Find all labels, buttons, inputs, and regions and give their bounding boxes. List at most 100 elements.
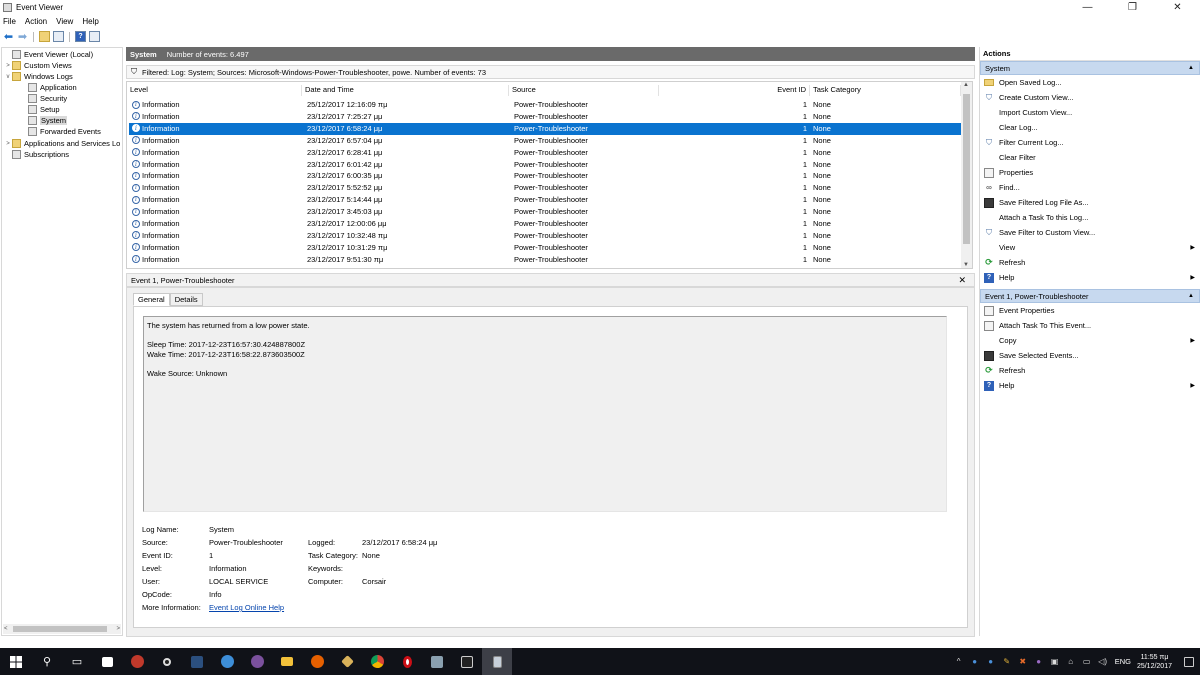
back-arrow-icon[interactable]: ⬅ xyxy=(3,31,14,43)
action-find[interactable]: ∞ Find... xyxy=(980,180,1200,195)
viber-icon[interactable] xyxy=(242,648,272,675)
action-view[interactable]: View ▶ xyxy=(980,240,1200,255)
column-source[interactable]: Source xyxy=(509,85,659,96)
terminal-icon[interactable] xyxy=(452,648,482,675)
menu-view[interactable]: View xyxy=(56,17,73,26)
table-row[interactable]: i Information 23/12/2017 12:00:06 μμ Power-… xyxy=(129,218,961,230)
app-tray-icon[interactable]: ● xyxy=(985,656,997,668)
table-row[interactable]: i Information 23/12/2017 7:25:27 μμ Power-T… xyxy=(129,111,961,123)
close-icon[interactable]: ✕ xyxy=(958,275,966,286)
tree-item-custom-views[interactable]: > Custom Views xyxy=(4,60,72,71)
network-icon[interactable]: ▭ xyxy=(1081,656,1093,668)
scroll-down-icon[interactable]: ▼ xyxy=(963,262,969,268)
app-tray-icon[interactable]: ▣ xyxy=(1049,656,1061,668)
actions-section-event[interactable]: Event 1, Power-Troubleshooter ▲ xyxy=(980,289,1200,303)
table-row[interactable]: i Information 23/12/2017 6:58:24 μμ Power-T… xyxy=(129,122,961,135)
table-row[interactable]: i Information 23/12/2017 6:01:42 μμ Power-T… xyxy=(129,159,961,171)
language-indicator[interactable]: ENG xyxy=(1115,657,1131,666)
action-help[interactable]: ? Help ▶ xyxy=(980,270,1200,285)
search-icon[interactable]: ⚲ xyxy=(32,648,62,675)
table-row[interactable]: i Information 23/12/2017 3:45:03 μμ Power-T… xyxy=(129,206,961,218)
action-clear-log[interactable]: Clear Log... xyxy=(980,120,1200,135)
tree-item-system[interactable]: System xyxy=(20,115,68,126)
action-attach-a-task-to-this-log[interactable]: Attach a Task To this Log... xyxy=(980,210,1200,225)
column-event-id[interactable]: Event ID xyxy=(659,85,810,96)
action-attach-task-to-this-event[interactable]: Attach Task To This Event... xyxy=(980,318,1200,333)
column-level[interactable]: Level xyxy=(127,85,302,96)
forward-arrow-icon[interactable]: ➡ xyxy=(17,31,28,43)
table-row[interactable]: i Information 23/12/2017 10:32:48 πμ Power-… xyxy=(129,230,961,242)
scroll-right-icon[interactable]: > xyxy=(116,626,120,632)
action-help[interactable]: ? Help ▶ xyxy=(980,378,1200,393)
clock[interactable]: 11:55 πμ 25/12/2017 xyxy=(1137,653,1172,671)
volume-icon[interactable]: ◁) xyxy=(1097,656,1109,668)
event-viewer-icon[interactable] xyxy=(482,648,512,675)
scroll-up-icon[interactable]: ▲ xyxy=(963,82,969,88)
app-icon[interactable] xyxy=(122,648,152,675)
scroll-left-icon[interactable]: < xyxy=(4,626,8,632)
action-save-filtered-log-file-as[interactable]: Save Filtered Log File As... xyxy=(980,195,1200,210)
collapse-icon[interactable]: ▲ xyxy=(1188,65,1194,71)
properties-icon[interactable] xyxy=(89,31,100,42)
event-list-vertical-scrollbar[interactable]: ▲ ▼ xyxy=(961,82,972,268)
tab-details[interactable]: Details xyxy=(169,293,203,306)
tree-item-event-viewer-local[interactable]: Event Viewer (Local) xyxy=(4,49,93,60)
app-icon[interactable] xyxy=(212,648,242,675)
action-save-filter-to-custom-view[interactable]: ⛉ Save Filter to Custom View... xyxy=(980,225,1200,240)
table-row[interactable]: i Information 23/12/2017 6:28:41 μμ Power-T… xyxy=(129,147,961,159)
scroll-thumb[interactable] xyxy=(963,94,970,244)
notification-center-icon[interactable] xyxy=(1184,656,1194,667)
table-row[interactable]: i Information 23/12/2017 9:51:30 πμ Power-T… xyxy=(129,254,961,266)
table-row[interactable]: i Information 23/12/2017 10:31:29 πμ Power-… xyxy=(129,242,961,254)
scroll-thumb[interactable] xyxy=(13,626,107,632)
task-view-icon[interactable]: ▭ xyxy=(62,648,92,675)
tree-item-forwarded-events[interactable]: Forwarded Events xyxy=(20,126,101,137)
menu-help[interactable]: Help xyxy=(82,17,98,26)
network-globe-icon[interactable]: ● xyxy=(969,656,981,668)
folder-up-icon[interactable] xyxy=(39,31,50,42)
tree-horizontal-scrollbar[interactable]: < > xyxy=(3,624,121,634)
chrome-icon[interactable] xyxy=(362,648,392,675)
action-clear-filter[interactable]: Clear Filter xyxy=(980,150,1200,165)
chevron-down-icon[interactable]: v xyxy=(4,74,12,80)
tree-item-applications-and-services[interactable]: > Applications and Services Lo xyxy=(4,138,120,149)
chevron-right-icon[interactable]: > xyxy=(4,141,12,147)
tree-item-application[interactable]: Application xyxy=(20,82,77,93)
tree-item-setup[interactable]: Setup xyxy=(20,104,60,115)
action-create-custom-view[interactable]: ⛉ Create Custom View... xyxy=(980,90,1200,105)
show-hide-tree-icon[interactable] xyxy=(53,31,64,42)
action-properties[interactable]: Properties xyxy=(980,165,1200,180)
action-open-saved-log[interactable]: Open Saved Log... xyxy=(980,75,1200,90)
table-row[interactable]: i Information 23/12/2017 5:14:44 μμ Power-T… xyxy=(129,194,961,206)
column-task-category[interactable]: Task Category xyxy=(810,85,961,96)
action-filter-current-log[interactable]: ⛉ Filter Current Log... xyxy=(980,135,1200,150)
maximize-button[interactable]: ❐ xyxy=(1110,0,1155,14)
collapse-icon[interactable]: ▲ xyxy=(1188,293,1194,299)
app-icon[interactable] xyxy=(152,648,182,675)
close-button[interactable]: ✕ xyxy=(1155,0,1200,14)
app-icon[interactable] xyxy=(182,648,212,675)
help-icon[interactable]: ? xyxy=(75,31,86,42)
table-row[interactable]: i Information 23/12/2017 6:00:35 μμ Power-T… xyxy=(129,170,961,182)
chevron-up-icon[interactable]: ^ xyxy=(953,656,965,668)
start-icon[interactable] xyxy=(0,648,32,675)
opera-icon[interactable] xyxy=(392,648,422,675)
action-copy[interactable]: Copy ▶ xyxy=(980,333,1200,348)
action-import-custom-view[interactable]: Import Custom View... xyxy=(980,105,1200,120)
table-row[interactable]: i Information 23/12/2017 5:52:52 μμ Power-T… xyxy=(129,182,961,194)
action-refresh[interactable]: ⟳ Refresh xyxy=(980,255,1200,270)
table-row[interactable]: i Information 25/12/2017 12:16:09 πμ Power-… xyxy=(129,99,961,111)
tree-item-subscriptions[interactable]: Subscriptions xyxy=(4,149,69,160)
action-event-properties[interactable]: Event Properties xyxy=(980,303,1200,318)
menu-file[interactable]: File xyxy=(3,17,16,26)
file-explorer-icon[interactable] xyxy=(272,648,302,675)
app-icon[interactable] xyxy=(332,648,362,675)
event-log-online-help-link[interactable]: Event Log Online Help xyxy=(209,603,284,612)
column-date-time[interactable]: Date and Time xyxy=(302,85,509,96)
app-tray-icon[interactable]: ✖ xyxy=(1017,656,1029,668)
table-row[interactable]: i Information 23/12/2017 6:57:04 μμ Power-T… xyxy=(129,135,961,147)
tree-item-security[interactable]: Security xyxy=(20,93,67,104)
menu-action[interactable]: Action xyxy=(25,17,47,26)
app-tray-icon[interactable]: ✎ xyxy=(1001,656,1013,668)
event-message[interactable]: The system has returned from a low power… xyxy=(143,316,947,512)
